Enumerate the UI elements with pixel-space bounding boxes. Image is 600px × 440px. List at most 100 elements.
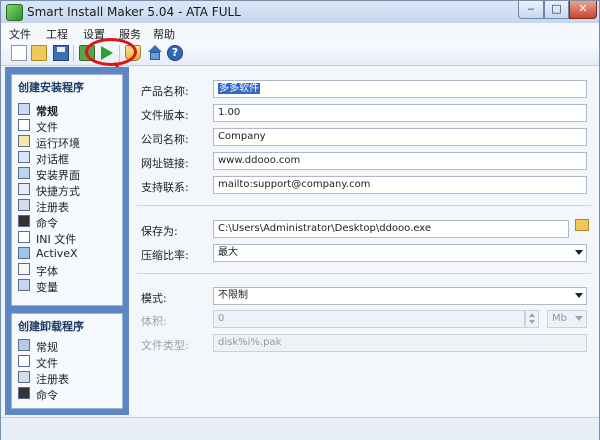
general-icon	[18, 339, 30, 351]
product-name-field[interactable]: 多多软件	[213, 80, 587, 98]
registry-icon	[18, 371, 30, 383]
uninstall-item-general[interactable]: 常规	[18, 338, 118, 354]
company-label: 公司名称:	[141, 133, 189, 146]
command-icon	[18, 215, 30, 227]
product-name-label: 产品名称:	[141, 85, 189, 98]
app-icon	[6, 4, 23, 21]
ini-icon	[18, 231, 30, 243]
new-file-icon[interactable]	[11, 45, 27, 61]
mode-value: 不限制	[218, 290, 248, 301]
mode-select[interactable]: 不限制	[213, 287, 587, 305]
sidebar-item-label: 变量	[36, 281, 58, 294]
compression-label: 压缩比率:	[141, 249, 189, 262]
menu-help[interactable]: 帮助	[153, 26, 175, 42]
volume-field[interactable]: 0	[213, 310, 525, 328]
chevron-down-icon	[575, 293, 583, 298]
sidebar-item-label: 文件	[36, 121, 58, 134]
sidebar-item-dialog[interactable]: 对话框	[18, 150, 118, 166]
home-icon[interactable]	[147, 45, 163, 61]
version-label: 文件版本:	[141, 109, 189, 122]
help-icon[interactable]: ?	[167, 45, 183, 61]
sidebar-item-shortcut[interactable]: 快捷方式	[18, 182, 118, 198]
sidebar-item-interface[interactable]: 安装界面	[18, 166, 118, 182]
section-divider	[137, 273, 591, 274]
sidebar-item-general[interactable]: 常规	[18, 102, 118, 118]
sidebar-item-label: 命令	[36, 389, 58, 402]
files-icon	[18, 355, 30, 367]
sidebar-item-command[interactable]: 命令	[18, 214, 118, 230]
general-icon	[18, 103, 30, 115]
support-field[interactable]: mailto:support@company.com	[213, 176, 587, 194]
sidebar-item-label: 常规	[36, 105, 58, 118]
sidebar-item-label: ActiveX	[36, 247, 78, 260]
sidebar-item-label: 文件	[36, 357, 58, 370]
activex-icon	[18, 247, 30, 259]
volume-unit-value: Mb	[552, 313, 567, 324]
dialog-icon	[18, 151, 30, 163]
volume-unit-select[interactable]: Mb	[547, 310, 587, 328]
uninstall-group: 创建卸载程序 常规 文件 注册表 命令	[11, 313, 123, 409]
sidebar-item-label: 快捷方式	[36, 185, 80, 198]
sidebar-item-label: 字体	[36, 265, 58, 278]
window-title: Smart Install Maker 5.04 - ATA FULL	[27, 5, 241, 19]
sidebar-item-registry[interactable]: 注册表	[18, 198, 118, 214]
website-field[interactable]: www.ddooo.com	[213, 152, 587, 170]
menu-file[interactable]: 文件	[9, 26, 31, 42]
save-as-field[interactable]: C:\Users\Administrator\Desktop\ddooo.exe	[213, 220, 569, 238]
general-settings-panel: 产品名称: 多多软件 文件版本: 1.00 公司名称: Company 网址链接…	[129, 67, 599, 415]
install-group: 创建安装程序 常规 文件 运行环境 对话框 安装界面 快捷方式 注册表 命令 I…	[11, 74, 123, 306]
sidebar-item-variable[interactable]: 变量	[18, 278, 118, 294]
font-icon	[18, 263, 30, 275]
maximize-button[interactable]: □	[544, 1, 569, 19]
save-as-label: 保存为:	[141, 225, 178, 238]
registry-icon	[18, 199, 30, 211]
sidebar-item-environment[interactable]: 运行环境	[18, 134, 118, 150]
sidebar-item-label: 命令	[36, 217, 58, 230]
sidebar-item-label: 注册表	[36, 373, 69, 386]
sidebar-item-font[interactable]: 字体	[18, 262, 118, 278]
variable-icon	[18, 279, 30, 291]
close-button[interactable]: ✕	[569, 1, 597, 19]
minimize-button[interactable]: ‒	[518, 1, 544, 19]
compression-value: 最大	[218, 247, 238, 258]
chevron-down-icon	[575, 250, 583, 255]
sidebar-item-label: 对话框	[36, 153, 69, 166]
command-icon	[18, 387, 30, 399]
menu-project[interactable]: 工程	[46, 26, 68, 42]
install-group-title: 创建安装程序	[18, 81, 84, 94]
section-divider	[137, 205, 591, 206]
volume-spinner[interactable]	[525, 310, 539, 328]
company-field[interactable]: Company	[213, 128, 587, 146]
toolbar-separator	[73, 45, 74, 62]
uninstall-item-files[interactable]: 文件	[18, 354, 118, 370]
file-type-label: 文件类型:	[141, 339, 189, 352]
compression-select[interactable]: 最大	[213, 244, 587, 262]
sidebar-item-label: 运行环境	[36, 137, 80, 150]
environment-icon	[18, 135, 30, 147]
app-window: Smart Install Maker 5.04 - ATA FULL ‒ □ …	[0, 0, 600, 440]
file-type-field[interactable]: disk%i%.pak	[213, 334, 587, 352]
uninstall-item-registry[interactable]: 注册表	[18, 370, 118, 386]
uninstall-item-command[interactable]: 命令	[18, 386, 118, 402]
version-field[interactable]: 1.00	[213, 104, 587, 122]
title-bar[interactable]: Smart Install Maker 5.04 - ATA FULL ‒ □ …	[1, 1, 599, 24]
open-folder-icon[interactable]	[31, 45, 47, 61]
sidebar-item-label: 安装界面	[36, 169, 80, 182]
browse-folder-icon[interactable]	[575, 219, 589, 231]
mode-label: 模式:	[141, 292, 167, 305]
uninstall-group-title: 创建卸载程序	[18, 320, 84, 333]
interface-icon	[18, 167, 30, 179]
chevron-down-icon	[575, 316, 583, 321]
files-icon	[18, 119, 30, 131]
sidebar-item-activex[interactable]: ActiveX	[18, 246, 118, 261]
status-bar	[1, 417, 599, 440]
support-label: 支持联系:	[141, 181, 189, 194]
sidebar-item-label: INI 文件	[36, 233, 77, 246]
annotation-circle	[85, 38, 137, 66]
volume-label: 体积:	[141, 315, 167, 328]
save-icon[interactable]	[53, 45, 69, 61]
sidebar-item-label: 注册表	[36, 201, 69, 214]
sidebar-item-files[interactable]: 文件	[18, 118, 118, 134]
sidebar-item-ini[interactable]: INI 文件	[18, 230, 118, 246]
shortcut-icon	[18, 183, 30, 195]
